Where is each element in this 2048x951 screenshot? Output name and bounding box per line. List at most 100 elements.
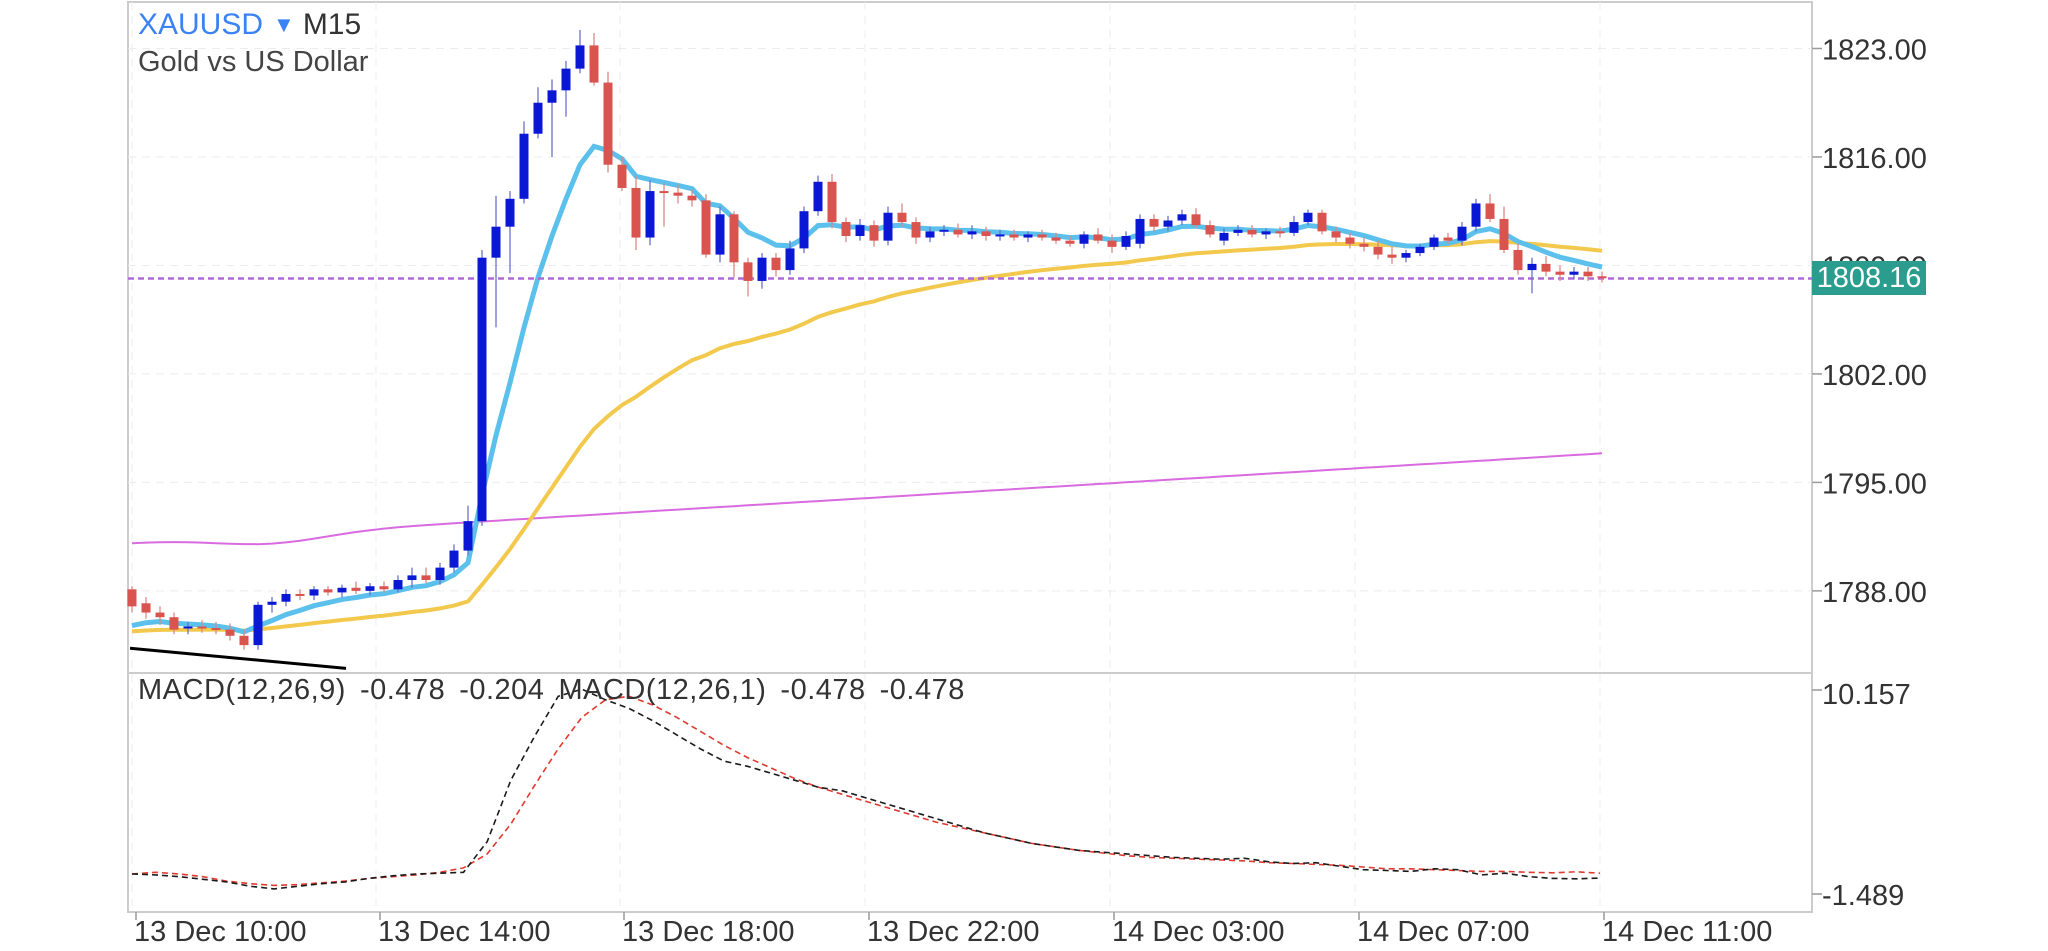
candle [589,32,599,86]
candle-body [687,195,697,201]
candle [631,175,641,250]
candle-body [547,90,557,103]
candle-body [1359,243,1369,247]
candle-body [1037,234,1047,238]
candle-body [1583,271,1593,277]
candle [281,589,291,607]
candle [827,174,837,229]
price-chart[interactable]: 1823.001816.001809.001802.001795.001788.… [0,0,2048,948]
candle-body [1135,218,1145,244]
candle-body [127,589,137,607]
candle-body [967,231,977,235]
candle-body [1219,232,1229,241]
candle-body [1065,240,1075,244]
candle-body [953,229,963,235]
candle-body [1009,234,1019,238]
candle-body [253,604,263,646]
candle-body [1121,235,1131,247]
candle-body [463,521,473,551]
candle-body [1149,218,1159,227]
candle [1499,206,1509,254]
timeframe-label[interactable]: M15 [303,8,361,41]
candle [1401,249,1411,263]
candle-body [617,164,627,188]
symbol-selector[interactable]: XAUUSD ▼ M15 [138,8,361,42]
candle-body [589,45,599,83]
candle-body [659,191,669,194]
candle-body [421,575,431,581]
symbol-description: Gold vs US Dollar [138,46,369,78]
candle [449,544,459,573]
candle-body [239,635,249,646]
candle-body [533,102,543,134]
candle [1205,220,1215,238]
candle [1597,271,1607,283]
candle [141,597,151,619]
candle-body [169,617,179,630]
candle-body [603,82,613,165]
macd2-signal-value: -0.478 [879,674,965,706]
candle [533,87,543,139]
candle [1513,243,1523,275]
candle-body [449,550,459,568]
price-axis-label: 1795.00 [1822,468,1927,500]
candle-body [505,198,515,227]
candle-body [1177,214,1187,221]
candle [253,601,263,650]
macd-signal-line [131,695,1601,887]
candle [1485,194,1495,223]
candle [1429,234,1439,250]
candle [1317,209,1327,235]
candle-body [407,575,417,581]
candle [967,225,977,240]
ma-slow-line [131,239,1603,634]
candle [1093,228,1103,244]
symbol-name[interactable]: XAUUSD [138,8,263,41]
candle-body [1191,214,1201,226]
candle-body [1555,271,1565,275]
candle [799,206,809,254]
candle [757,253,767,289]
candle-body [561,68,571,91]
candle-body [393,580,403,590]
dropdown-arrow-icon[interactable]: ▼ [273,12,295,37]
candle [813,175,823,216]
time-axis-label: 13 Dec 22:00 [867,916,1040,946]
candle-body [281,593,291,602]
trendline [129,646,347,670]
candle-body [1443,237,1453,241]
macd1-signal-value: -0.204 [459,674,545,706]
candle [603,71,613,173]
candle [911,217,921,244]
candle [771,253,781,277]
candle-body [1527,263,1537,271]
candle [505,191,515,274]
candle-body [1051,237,1061,241]
candle-body [1387,254,1397,258]
candle [1527,257,1537,294]
candle [519,121,529,204]
candle-body [1429,237,1439,247]
time-axis-label: 14 Dec 07:00 [1357,916,1530,946]
candle-body [995,234,1005,237]
candle-body [743,262,753,281]
time-axis-label: 13 Dec 10:00 [134,916,307,946]
candle [645,180,655,246]
candle [337,584,347,598]
candle-body [1415,246,1425,254]
candle-body [155,612,165,618]
candle-body [1331,231,1341,238]
candle [659,183,669,227]
candle [491,195,501,328]
candle-body [1499,218,1509,250]
candle [1387,246,1397,264]
candle [701,194,711,258]
candle-body [1079,234,1089,244]
candle-body [715,214,725,255]
candle [869,220,879,247]
candle [841,217,851,243]
candle [1303,209,1313,226]
macd1-name: MACD(12,26,9) [138,674,346,706]
candle-body [519,133,529,199]
candle-body [939,229,949,232]
